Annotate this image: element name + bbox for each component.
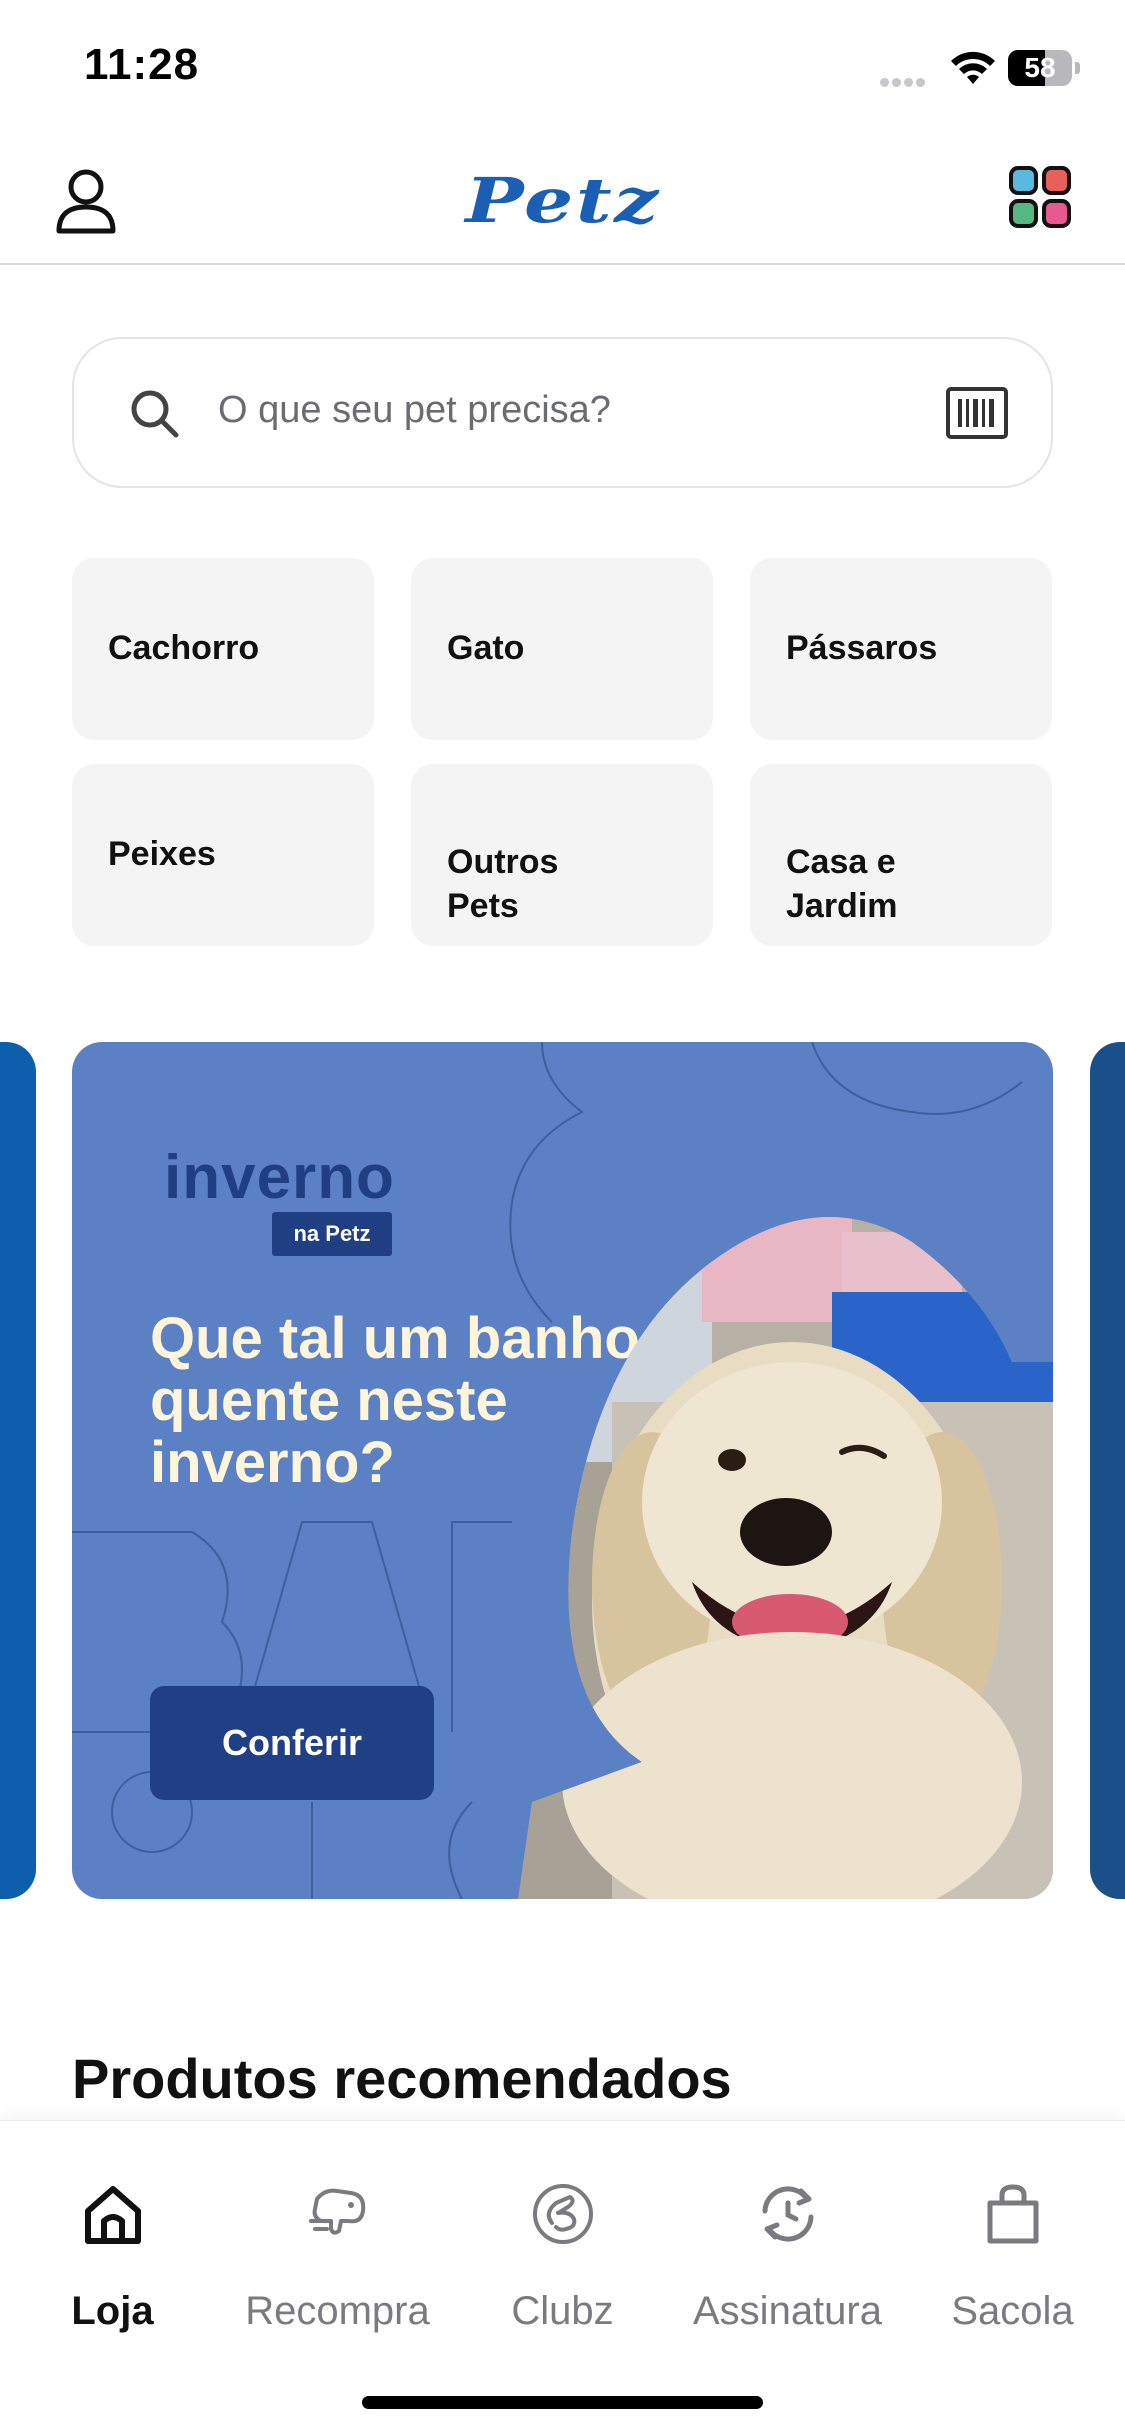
status-time: 11:28 <box>84 40 200 89</box>
clubz-icon <box>533 2184 593 2244</box>
category-label: Cachorro <box>108 629 260 667</box>
bottom-nav: Loja Recompra Clubz Assinatura Sacola <box>0 2120 1125 2436</box>
app-header: Petz <box>0 135 1125 265</box>
banner-tag: na Petz <box>272 1212 392 1256</box>
shopping-bag-icon <box>987 2184 1039 2244</box>
nav-item-sacola[interactable]: Sacola <box>900 2121 1125 2361</box>
nav-item-recompra[interactable]: Recompra <box>225 2121 450 2361</box>
nav-label: Clubz <box>511 2289 614 2333</box>
nav-item-clubz[interactable]: Clubz <box>450 2121 675 2361</box>
category-peixes[interactable]: Peixes <box>72 764 374 946</box>
section-title: Produtos recomendados <box>72 2047 732 2110</box>
category-label: Peixes <box>108 835 216 873</box>
carousel-next-card[interactable] <box>1090 1042 1125 1899</box>
subscription-icon <box>762 2186 814 2242</box>
category-label: Gato <box>447 629 525 667</box>
nav-label: Recompra <box>245 2289 430 2333</box>
search-bar[interactable]: O que seu pet precisa? <box>72 337 1053 488</box>
category-outros-pets[interactable]: Outros Pets <box>411 764 713 946</box>
search-input[interactable]: O que seu pet precisa? <box>218 389 611 432</box>
category-gato[interactable]: Gato <box>411 558 713 740</box>
battery-level: 58 <box>1024 52 1056 83</box>
nav-label: Sacola <box>951 2289 1074 2333</box>
category-passaros[interactable]: Pássaros <box>750 558 1052 740</box>
profile-icon[interactable] <box>54 167 118 235</box>
category-label: Casa e Jardim <box>786 843 898 925</box>
cellular-signal-icon <box>880 74 936 87</box>
dog-photo <box>512 1217 1053 1899</box>
battery-icon: 58 <box>1008 50 1080 86</box>
search-icon <box>131 390 179 438</box>
home-indicator <box>362 2396 763 2409</box>
petz-logo[interactable]: Petz <box>424 170 702 232</box>
banner-brand: inverno <box>164 1143 395 1212</box>
carousel-previous-card[interactable] <box>0 1042 36 1899</box>
promo-banner[interactable]: inverno na Petz Que tal um banho quente … <box>72 1042 1053 1899</box>
category-label: Outros Pets <box>447 843 559 925</box>
status-bar: 11:28 58 <box>0 0 1125 135</box>
nav-label: Loja <box>71 2289 154 2333</box>
category-label: Pássaros <box>786 629 938 667</box>
conferir-button[interactable]: Conferir <box>150 1686 434 1800</box>
nav-item-loja[interactable]: Loja <box>0 2121 225 2361</box>
barcode-scanner-icon[interactable] <box>946 387 1008 439</box>
wifi-icon <box>951 51 995 84</box>
home-icon <box>85 2186 141 2244</box>
category-casa-e-jardim[interactable]: Casa e Jardim <box>750 764 1052 946</box>
apps-grid-icon[interactable] <box>1008 165 1072 229</box>
nav-item-assinatura[interactable]: Assinatura <box>675 2121 900 2361</box>
nav-label: Assinatura <box>693 2289 882 2333</box>
repurchase-icon <box>309 2188 366 2235</box>
category-cachorro[interactable]: Cachorro <box>72 558 374 740</box>
